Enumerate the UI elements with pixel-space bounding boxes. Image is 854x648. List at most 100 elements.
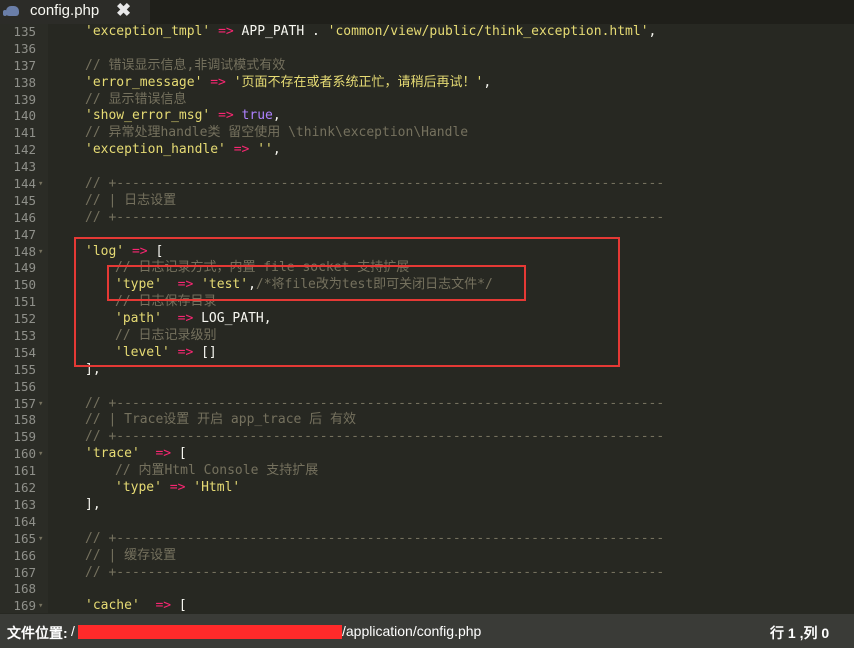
code-line[interactable]: 166 // | 缓存设置 (0, 548, 854, 565)
file-location-label: 文件位置: (7, 625, 68, 641)
code-token: [ (147, 243, 164, 259)
code-line[interactable]: 153 // 日志记录级别 (0, 328, 854, 345)
redacted-path-segment (78, 625, 342, 639)
fold-arrow-icon[interactable]: ▾ (38, 598, 43, 613)
code-token: // +------------------------------------… (85, 395, 665, 411)
code-line[interactable]: 148 ▾ 'log' => [ (0, 244, 854, 261)
close-tab-icon[interactable]: ✖ (116, 0, 131, 21)
code-text: // 日志记录级别 (115, 328, 216, 345)
code-text: 'error_message' => '页面不存在或者系统正忙，请稍后再试！', (85, 75, 491, 92)
code-line[interactable]: 139 // 显示错误信息 (0, 92, 854, 109)
code-token: // 错误显示信息,非调试模式有效 (85, 57, 286, 73)
code-token: 'path' (115, 311, 162, 327)
code-token: 'exception_handle' (85, 142, 226, 158)
code-token: // 日志记录级别 (115, 328, 217, 344)
fold-arrow-icon[interactable]: ▾ (38, 176, 43, 193)
code-line[interactable]: 138 'error_message' => '页面不存在或者系统正忙，请稍后再试… (0, 75, 854, 92)
code-line[interactable]: 140 'show_error_msg' => true, (0, 108, 854, 125)
line-number: 154 (13, 344, 36, 360)
code-line[interactable]: 136 (0, 41, 854, 58)
code-line[interactable]: 157 ▾ // +--------------------------------… (0, 396, 854, 413)
code-line[interactable]: 169 ▾ 'cache' => [ (0, 598, 854, 613)
line-number: 158 (13, 412, 36, 428)
code-line[interactable]: 156 (0, 379, 854, 396)
fold-arrow-icon[interactable]: ▾ (38, 244, 43, 261)
tab-config-php[interactable]: config.php ✖ (0, 0, 150, 24)
code-line[interactable]: 163], (0, 497, 854, 514)
code-token: '页面不存在或者系统正忙，请稍后再试！' (233, 74, 484, 90)
code-text: // 错误显示信息,非调试模式有效 (85, 58, 285, 75)
code-line[interactable]: 149 // 日志记录方式，内置 file socket 支持扩展 (0, 260, 854, 277)
code-token: 'error_message' (85, 74, 203, 90)
code-text: // 日志保存目录 (115, 294, 216, 311)
code-token: 'log' (85, 243, 125, 259)
code-token: 'test' (201, 277, 249, 293)
line-number: 135 (13, 24, 36, 39)
code-line[interactable]: 159 // +---------------------------------… (0, 429, 854, 446)
code-line[interactable]: 165 ▾ // +--------------------------------… (0, 531, 854, 548)
line-number: 155 (13, 361, 36, 377)
line-number: 153 (13, 328, 36, 344)
code-line[interactable]: 167 // +---------------------------------… (0, 565, 854, 582)
code-line[interactable]: 164 (0, 514, 854, 531)
line-number: 138 (13, 74, 36, 90)
code-text: ], (85, 362, 101, 379)
code-line[interactable]: 168 (0, 581, 854, 598)
code-line[interactable]: 154 'level' => [] (0, 345, 854, 362)
code-token: // +------------------------------------… (85, 564, 665, 580)
code-line[interactable]: 152 'path' => LOG_PATH, (0, 311, 854, 328)
line-number: 167 (13, 564, 36, 580)
fold-arrow-icon[interactable]: ▾ (38, 531, 43, 548)
code-line[interactable]: 135 'exception_tmpl' => APP_PATH . 'commo… (0, 24, 854, 41)
code-text: // +------------------------------------… (85, 565, 664, 582)
code-token: => (233, 142, 250, 158)
code-token: , (483, 74, 492, 90)
code-line[interactable]: 143 (0, 159, 854, 176)
code-line[interactable]: 162 'type' => 'Html' (0, 480, 854, 497)
code-token: 'level' (115, 344, 170, 360)
line-number: 165 (13, 530, 36, 546)
code-line[interactable]: 150 'type' => 'test',/*将file改为test即可关闭日志文… (0, 277, 854, 294)
code-text: 'exception_tmpl' => APP_PATH . 'common/v… (85, 24, 656, 41)
code-token: => (210, 74, 226, 90)
code-token: => (177, 311, 194, 327)
code-text: // +------------------------------------… (85, 531, 664, 548)
code-line[interactable]: 161 // 内置Html Console 支持扩展 (0, 463, 854, 480)
line-number: 160 (13, 446, 36, 462)
file-path-suffix: /application/config.php (342, 623, 482, 639)
code-line[interactable]: 144 ▾ // +--------------------------------… (0, 176, 854, 193)
code-text: // +------------------------------------… (85, 176, 664, 193)
line-number: 163 (13, 496, 36, 512)
code-token: // +------------------------------------… (85, 176, 665, 192)
code-line[interactable]: 141 // 异常处理handle类 留空使用 \think\exception\… (0, 125, 854, 142)
code-line[interactable]: 146 // +---------------------------------… (0, 210, 854, 227)
line-number: 152 (13, 311, 36, 327)
code-editor[interactable]: 135 'exception_tmpl' => APP_PATH . 'commo… (0, 24, 854, 613)
code-text: // | 缓存设置 (85, 548, 176, 565)
code-line[interactable]: 147 (0, 227, 854, 244)
code-line[interactable]: 145 // | 日志设置 (0, 193, 854, 210)
code-line[interactable]: 137 // 错误显示信息,非调试模式有效 (0, 58, 854, 75)
code-token: 'common/view/public/think_exception.html… (327, 24, 649, 39)
code-line[interactable]: 142 'exception_handle' => '', (0, 142, 854, 159)
code-line[interactable]: 155], (0, 362, 854, 379)
line-number: 151 (13, 294, 36, 310)
fold-arrow-icon[interactable]: ▾ (38, 446, 43, 463)
code-line[interactable]: 160 ▾ 'trace' => [ (0, 446, 854, 463)
code-token: , (648, 24, 657, 39)
code-token: , (272, 142, 281, 158)
code-text: // 日志记录方式，内置 file socket 支持扩展 (115, 260, 409, 277)
code-token: [] (193, 344, 217, 360)
line-number: 144 (13, 176, 36, 192)
code-token: => (155, 446, 172, 462)
code-token: 'Html' (193, 480, 241, 496)
code-token: // +------------------------------------… (85, 429, 665, 445)
code-line[interactable]: 158 // | Trace设置 开启 app_trace 后 有效 (0, 412, 854, 429)
code-line[interactable]: 151 // 日志保存目录 (0, 294, 854, 311)
fold-arrow-icon[interactable]: ▾ (38, 396, 43, 413)
